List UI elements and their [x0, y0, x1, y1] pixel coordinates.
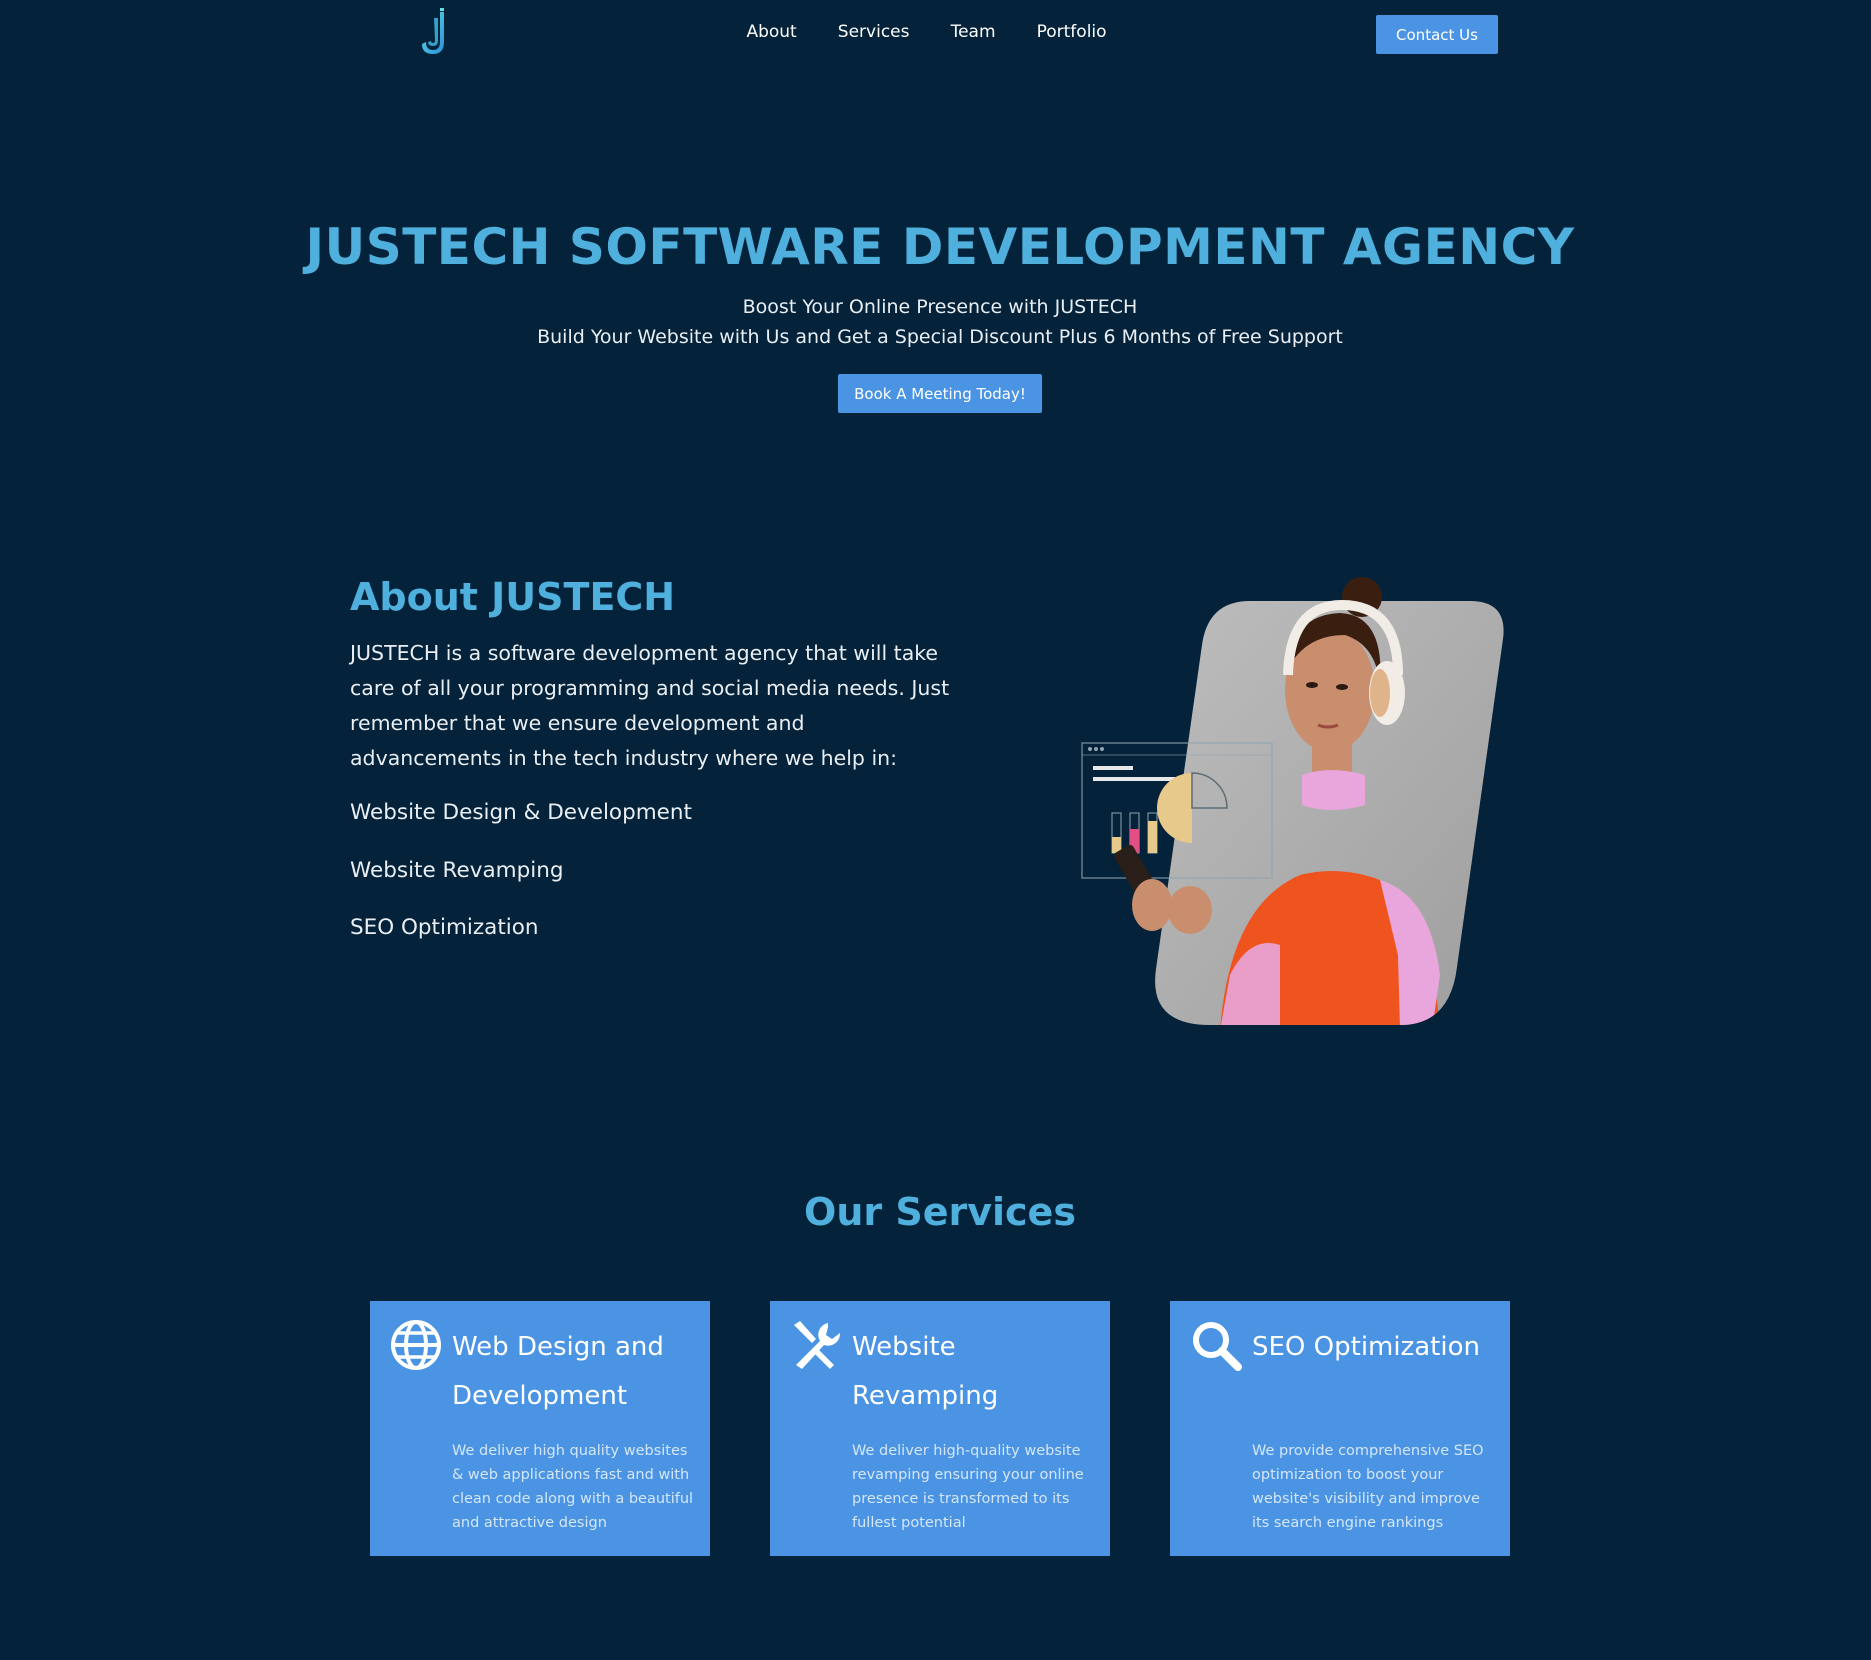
nav-link-portfolio[interactable]: Portfolio	[1037, 22, 1107, 42]
nav-link-services[interactable]: Services	[838, 22, 910, 42]
hero-subtitle: Boost Your Online Presence with JUSTECH	[742, 296, 1138, 318]
service-card-revamping[interactable]: Website Revamping We deliver high-qualit…	[770, 1301, 1110, 1556]
about-list-item: SEO Optimization	[350, 915, 539, 940]
tools-icon	[794, 1321, 841, 1369]
book-meeting-button[interactable]: Book A Meeting Today!	[838, 374, 1042, 413]
service-card-web-design[interactable]: Web Design and Development We deliver hi…	[370, 1301, 710, 1556]
hero-woman-illustration	[1081, 577, 1504, 1025]
nav-links: About Services Team Portfolio	[0, 22, 1871, 42]
nav-link-about[interactable]: About	[746, 22, 796, 42]
top-navigation: About Services Team Portfolio Contact Us	[0, 0, 1871, 70]
services-title: Our Services	[804, 1190, 1076, 1234]
about-title: About JUSTECH	[350, 575, 676, 619]
about-list-item: Website Revamping	[350, 858, 564, 883]
service-card-description: We deliver high-quality website revampin…	[852, 1443, 1084, 1531]
about-list-item: Website Design & Development	[350, 800, 692, 825]
about-description: JUSTECH is a software development agency…	[350, 641, 950, 770]
globe-icon	[391, 1320, 441, 1370]
contact-us-button[interactable]: Contact Us	[1376, 15, 1498, 54]
service-card-title: Website Revamping	[852, 1332, 999, 1411]
service-card-description: We provide comprehensive SEO optimizatio…	[1252, 1443, 1484, 1531]
service-card-title: Web Design and Development	[452, 1332, 664, 1411]
service-card-seo[interactable]: SEO Optimization We provide comprehensiv…	[1170, 1301, 1510, 1556]
service-card-description: We deliver high quality websites & web a…	[452, 1443, 694, 1531]
hero-title: JUSTECH SOFTWARE DEVELOPMENT AGENCY	[305, 218, 1575, 276]
search-icon	[1193, 1322, 1242, 1371]
hero-subtitle-offer: Build Your Website with Us and Get a Spe…	[537, 326, 1343, 348]
service-card-title: SEO Optimization	[1252, 1332, 1480, 1362]
nav-link-team[interactable]: Team	[951, 22, 996, 42]
